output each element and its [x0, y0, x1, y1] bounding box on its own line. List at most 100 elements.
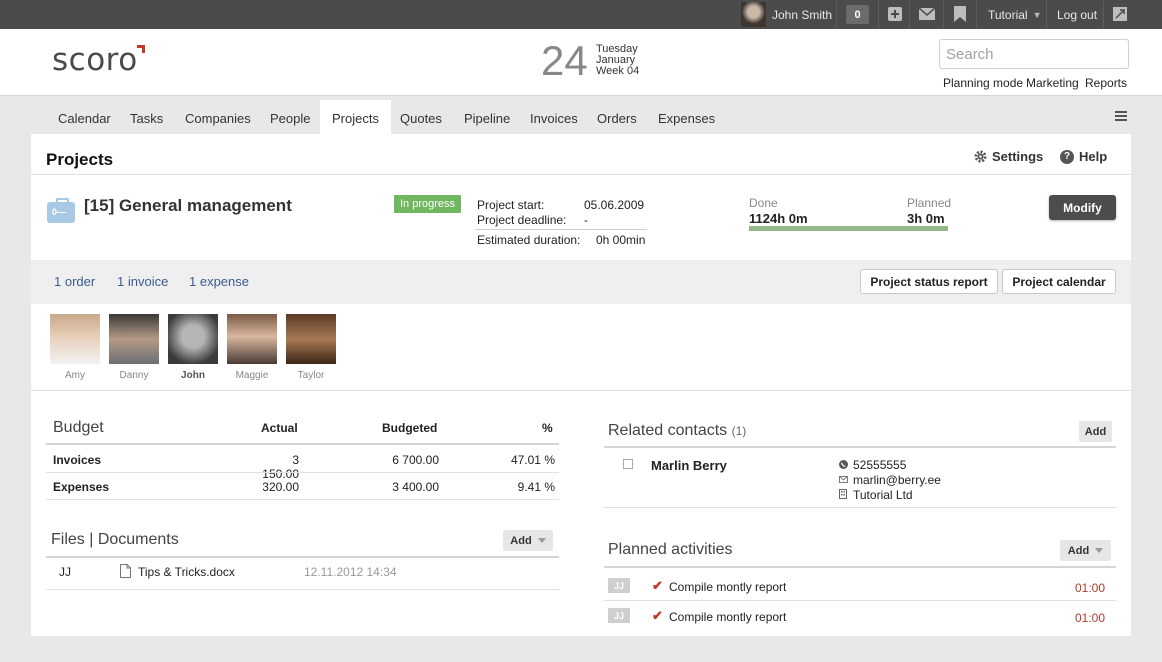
reports-link[interactable]: Reports [1085, 76, 1127, 90]
tab-expenses[interactable]: Expenses [658, 100, 715, 134]
contact-checkbox[interactable] [623, 459, 633, 469]
planned-label: Planned [907, 196, 952, 210]
orders-link[interactable]: 1 order [54, 274, 95, 289]
hamburger-menu-icon[interactable] [1115, 111, 1127, 121]
page-title: Projects [46, 150, 114, 169]
divider [46, 472, 559, 473]
divider [943, 0, 944, 29]
add-label: Add [510, 534, 532, 547]
avatar [109, 314, 159, 364]
plus-icon[interactable] [887, 6, 903, 22]
logout-link[interactable]: Log out [1057, 0, 1097, 29]
status-badge: In progress [394, 195, 462, 213]
planned-activities-title: Planned activities [608, 541, 733, 558]
activity-name[interactable]: Compile montly report [669, 580, 786, 594]
activity-time: 01:00 [1075, 611, 1106, 625]
budget-percent: 9.41 % [517, 480, 555, 494]
tab-people[interactable]: People [270, 100, 310, 134]
user-avatar[interactable] [741, 2, 766, 27]
tab-projects[interactable]: Projects [320, 100, 391, 134]
budget-col-percent: % [542, 421, 553, 435]
team-member-taylor[interactable]: Taylor [286, 314, 336, 381]
invoices-link[interactable]: 1 invoice [117, 274, 168, 289]
scoro-logo[interactable]: scoro [52, 42, 138, 78]
date-day-number: 24 [541, 37, 588, 84]
tab-invoices[interactable]: Invoices [530, 100, 578, 134]
tab-tasks[interactable]: Tasks [130, 100, 163, 134]
phone-icon [839, 460, 848, 469]
team-member-name: John [181, 370, 205, 381]
divider [46, 443, 559, 445]
search-input[interactable] [939, 39, 1129, 69]
tab-orders[interactable]: Orders [597, 100, 637, 134]
building-icon [839, 489, 847, 499]
divider [475, 229, 647, 230]
done-value: 1124h 0m [749, 211, 808, 226]
planning-mode-link[interactable]: Planning mode [943, 76, 1023, 90]
notification-count-badge[interactable]: 0 [846, 5, 869, 24]
activity-name[interactable]: Compile montly report [669, 610, 786, 624]
date-details: Tuesday January Week 04 [596, 44, 639, 77]
project-title: [15] General management [84, 196, 292, 215]
briefcase-icon: 0— [47, 198, 75, 223]
workspace-label: Tutorial [988, 7, 1028, 22]
divider [604, 507, 1116, 508]
budget-title: Budget [53, 419, 104, 436]
avatar [168, 314, 218, 364]
team-member-amy[interactable]: Amy [50, 314, 100, 381]
tab-companies[interactable]: Companies [185, 100, 251, 134]
tab-quotes[interactable]: Quotes [400, 100, 442, 134]
logo-mark-icon [137, 45, 145, 53]
contacts-add-button[interactable]: Add [1079, 421, 1112, 442]
expenses-link[interactable]: 1 expense [189, 274, 249, 289]
files-add-button[interactable]: Add [503, 530, 553, 551]
tab-pipeline[interactable]: Pipeline [464, 100, 510, 134]
chevron-down-icon: ▼ [1032, 9, 1042, 20]
team-member-name: Maggie [235, 370, 269, 381]
estimated-duration-label: Estimated duration: [477, 233, 581, 247]
team-member-name: Taylor [297, 370, 325, 381]
help-button[interactable]: ? Help [1060, 149, 1107, 164]
date-week: Week 04 [596, 65, 640, 77]
tab-calendar[interactable]: Calendar [58, 100, 111, 134]
divider [46, 499, 559, 500]
file-owner-initials: JJ [59, 565, 71, 579]
contact-company[interactable]: Tutorial Ltd [853, 488, 913, 502]
marketing-link[interactable]: Marketing [1026, 76, 1079, 90]
divider [31, 174, 1131, 175]
time-progress-bar [749, 226, 948, 231]
avatar [286, 314, 336, 364]
workspace-menu[interactable]: Tutorial ▼ [988, 0, 1042, 29]
budget-row-label: Invoices [53, 453, 102, 467]
mail-icon [839, 476, 848, 483]
avatar [50, 314, 100, 364]
activity-owner-initials: JJ [608, 608, 630, 623]
team-member-maggie[interactable]: Maggie [227, 314, 277, 381]
contact-phone[interactable]: 52555555 [853, 458, 906, 472]
settings-button[interactable]: Settings [974, 149, 1043, 164]
checkmark-icon: ✔ [652, 578, 663, 593]
settings-label: Settings [992, 149, 1044, 164]
project-deadline-label: Project deadline: [477, 213, 567, 227]
help-label: Help [1079, 149, 1108, 164]
team-member-danny[interactable]: Danny [109, 314, 159, 381]
team-member-john[interactable]: John [168, 314, 218, 381]
related-links-bar: 1 order 1 invoice 1 expense Project stat… [31, 260, 1131, 304]
activity-time: 01:00 [1075, 581, 1106, 595]
file-name[interactable]: Tips & Tricks.docx [138, 565, 235, 579]
fullscreen-icon[interactable] [1112, 6, 1128, 22]
activities-add-button[interactable]: Add [1060, 540, 1111, 561]
done-label: Done [749, 196, 778, 210]
mail-icon[interactable] [919, 6, 935, 22]
file-date: 12.11.2012 14:34 [304, 565, 397, 579]
contact-name[interactable]: Marlin Berry [651, 458, 727, 473]
divider [604, 566, 1116, 568]
budget-budgeted: 3 400.00 [392, 480, 439, 494]
modify-button[interactable]: Modify [1049, 195, 1116, 220]
bookmark-icon[interactable] [952, 6, 968, 22]
user-name[interactable]: John Smith [772, 0, 832, 29]
project-calendar-button[interactable]: Project calendar [1002, 269, 1116, 294]
project-status-report-button[interactable]: Project status report [860, 269, 998, 294]
contact-email[interactable]: marlin@berry.ee [853, 473, 941, 487]
budget-col-budgeted: Budgeted [382, 421, 438, 435]
